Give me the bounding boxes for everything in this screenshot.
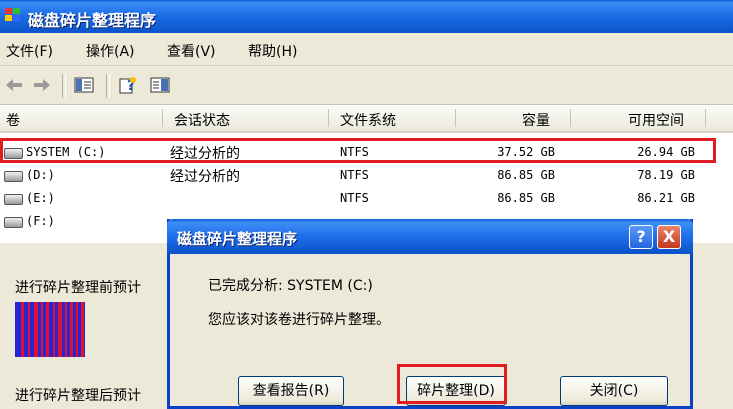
analysis-display-bar xyxy=(15,302,85,357)
details-pane-icon[interactable] xyxy=(150,76,170,94)
volume-name: (D:) xyxy=(26,168,55,182)
dialog-title: 磁盘碎片整理程序 xyxy=(177,230,298,248)
menu-help[interactable]: 帮助(H) xyxy=(248,41,297,61)
drive-icon xyxy=(4,171,23,182)
view-report-button[interactable]: 查看报告(R) xyxy=(238,376,344,406)
capacity: 86.85 GB xyxy=(497,168,555,182)
free-space: 86.21 GB xyxy=(637,191,695,205)
menu-file[interactable]: 文件(F) xyxy=(6,41,53,61)
header-volume[interactable]: 卷 xyxy=(6,110,20,130)
toolbar-separator xyxy=(62,74,66,98)
drive-icon xyxy=(4,194,23,205)
dialog-help-button[interactable]: ? xyxy=(629,225,653,249)
recommendation-text: 您应该对该卷进行碎片整理。 xyxy=(208,312,390,328)
analysis-result-text: 已完成分析: SYSTEM (C:) xyxy=(208,278,373,294)
header-divider xyxy=(162,109,163,127)
forward-arrow-icon[interactable] xyxy=(32,76,52,94)
toolbar: ? xyxy=(0,66,733,105)
header-session-status[interactable]: 会话状态 xyxy=(174,110,230,130)
volume-name: (E:) xyxy=(26,191,55,205)
window-title: 磁盘碎片整理程序 xyxy=(28,11,157,30)
header-capacity[interactable]: 容量 xyxy=(522,110,550,130)
table-row[interactable]: (D:) 经过分析的 NTFS 86.85 GB 78.19 GB xyxy=(0,164,733,187)
drive-icon xyxy=(4,217,23,228)
back-arrow-icon[interactable] xyxy=(4,76,24,94)
close-button[interactable]: 关闭(C) xyxy=(560,376,668,406)
menu-bar: 文件(F) 操作(A) 查看(V) 帮助(H) xyxy=(0,33,733,66)
file-system: NTFS xyxy=(340,168,369,182)
selected-volume-highlight xyxy=(0,138,716,163)
console-tree-icon[interactable] xyxy=(74,76,94,94)
after-defrag-label: 进行碎片整理后预计 xyxy=(15,388,141,404)
before-defrag-label: 进行碎片整理前预计 xyxy=(15,280,141,296)
header-divider xyxy=(455,109,456,127)
table-row[interactable]: (E:) NTFS 86.85 GB 86.21 GB xyxy=(0,187,733,210)
dialog-title-bar: 磁盘碎片整理程序 ? X xyxy=(167,219,693,254)
menu-action[interactable]: 操作(A) xyxy=(86,41,135,61)
session-status: 经过分析的 xyxy=(170,169,240,185)
toolbar-separator xyxy=(106,74,110,98)
header-file-system[interactable]: 文件系统 xyxy=(340,110,396,130)
title-bar: 磁盘碎片整理程序 xyxy=(0,0,733,33)
file-system: NTFS xyxy=(340,191,369,205)
volume-name: (F:) xyxy=(26,214,55,228)
list-header: 卷 会话状态 文件系统 容量 可用空间 xyxy=(0,105,733,133)
header-divider xyxy=(570,109,571,127)
menu-view[interactable]: 查看(V) xyxy=(167,41,216,61)
header-divider xyxy=(705,109,706,127)
free-space: 78.19 GB xyxy=(637,168,695,182)
defrag-app-icon xyxy=(5,8,20,21)
capacity: 86.85 GB xyxy=(497,191,555,205)
dialog-close-button[interactable]: X xyxy=(657,225,681,249)
defragment-button-highlight xyxy=(397,364,507,404)
help-icon[interactable]: ? xyxy=(118,76,138,94)
header-divider xyxy=(328,109,329,127)
header-free-space[interactable]: 可用空间 xyxy=(628,110,684,130)
